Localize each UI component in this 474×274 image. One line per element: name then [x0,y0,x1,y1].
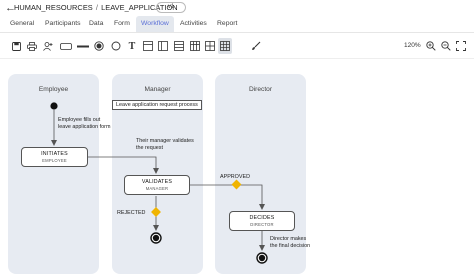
label-line: Their manager validates [136,138,194,144]
label-line: leave application form [58,123,111,130]
end-event-rejected-core [152,234,160,242]
edge-validates-decides[interactable] [190,184,265,210]
node-validates[interactable]: VALIDATES MANAGER [124,175,190,195]
label-approved: APPROVED [220,174,250,180]
node-role: MANAGER [145,186,169,191]
label-manager-validates: Their manager validates the request [136,138,194,151]
node-title: VALIDATES [141,179,173,185]
node-title: INITIATES [41,151,68,157]
label-line: Director makes [270,236,307,242]
process-note[interactable]: Leave application request process [112,100,202,110]
label-line: Employee fills out [58,117,101,123]
node-decides[interactable]: DECIDES DIRECTOR [229,211,295,231]
node-role: EMPLOYEE [42,158,67,163]
label-director-makes: Director makes the final decision [270,236,310,249]
label-line: the final decision [270,242,311,249]
node-title: DECIDES [249,215,275,221]
node-role: DIRECTOR [250,222,274,227]
gateway-rejected[interactable] [151,207,161,217]
edge-initiates-validates[interactable] [88,156,159,174]
start-event[interactable] [50,102,58,110]
label-employee-fills: Employee fills out leave application for… [58,117,110,130]
gateway-approved[interactable] [231,179,242,190]
node-initiates[interactable]: INITIATES EMPLOYEE [21,147,88,167]
workflow-edges [50,102,268,264]
end-event-final-core [258,254,266,262]
label-rejected: REJECTED [117,210,146,216]
label-line: the request [136,144,163,151]
